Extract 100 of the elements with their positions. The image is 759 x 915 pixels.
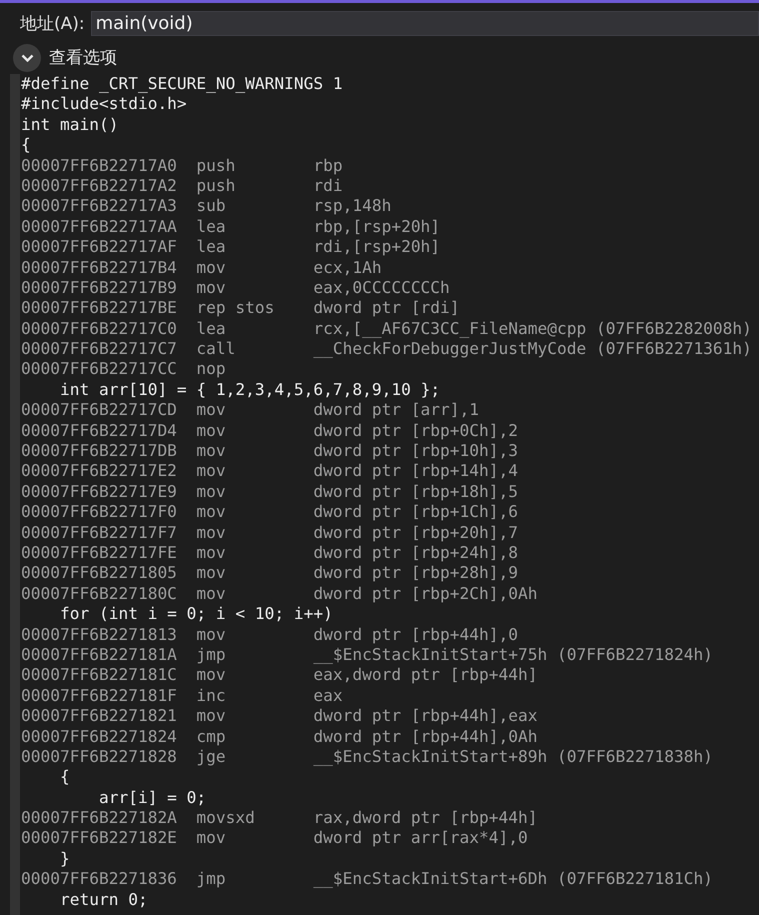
- source-line: {: [58, 767, 70, 788]
- address-text: 00007FF6B22717B9: [21, 278, 178, 298]
- operand-text: dword ptr [arr],1: [313, 400, 480, 421]
- mnemonic-text: sub: [196, 196, 227, 217]
- operand-text: rax,dword ptr [rbp+44h]: [313, 808, 538, 828]
- source-line: #define _CRT_SECURE_NO_WARNINGS 1: [21, 74, 343, 94]
- address-text: 00007FF6B2271821: [21, 706, 178, 726]
- source-line: for (int i = 0; i < 10; i++): [58, 604, 333, 625]
- mnemonic-text: mov: [196, 584, 227, 604]
- operand-text: dword ptr [rbp+44h],eax: [313, 706, 538, 726]
- mnemonic-text: mov: [196, 706, 227, 726]
- address-text: 00007FF6B227181C: [21, 665, 178, 686]
- operand-text: __$EncStackInitStart+75h (07FF6B2271824h): [313, 644, 713, 666]
- source-line: #include<stdio.h>: [21, 94, 187, 115]
- address-label: 地址(A):: [20, 12, 85, 34]
- operand-text: rdi: [313, 176, 343, 196]
- operand-text: dword ptr [rbp+18h],5: [313, 482, 518, 502]
- operand-text: dword ptr [rbp+28h],9: [313, 563, 518, 584]
- mnemonic-text: mov: [196, 665, 227, 686]
- address-text: 00007FF6B227181A: [21, 644, 178, 666]
- operand-text: dword ptr [rbp+24h],8: [313, 542, 518, 564]
- operand-text: __$EncStackInitStart+89h (07FF6B2271838h): [313, 746, 713, 768]
- operand-text: dword ptr arr[rax*4],0: [313, 828, 528, 849]
- address-text: 00007FF6B227181F: [21, 686, 178, 706]
- operand-text: dword ptr [rbp+44h],0Ah: [313, 726, 538, 747]
- operand-text: rsp,148h: [313, 196, 392, 217]
- address-text: 00007FF6B22717D4: [21, 420, 178, 442]
- source-line: arr[i] = 0;: [98, 788, 206, 808]
- source-line: int main(): [21, 114, 118, 136]
- mnemonic-text: mov: [196, 563, 227, 584]
- address-text: 00007FF6B22717CC: [21, 359, 178, 380]
- mnemonic-text: mov: [196, 828, 227, 849]
- chevron-icon: [20, 54, 34, 62]
- operand-text: ecx,1Ah: [313, 258, 382, 278]
- address-text: 00007FF6B227182A: [21, 808, 178, 828]
- mnemonic-text: jge: [196, 746, 227, 768]
- mnemonic-text: mov: [196, 542, 227, 564]
- mnemonic-text: mov: [196, 441, 227, 462]
- mnemonic-text: lea: [196, 318, 227, 340]
- address-text: 00007FF6B22717A2: [21, 176, 178, 196]
- mnemonic-text: cmp: [196, 726, 227, 747]
- address-text: 00007FF6B22717CD: [21, 400, 178, 421]
- mnemonic-text: push: [196, 176, 236, 196]
- operand-text: dword ptr [rbp+14h],4: [313, 461, 518, 482]
- operand-text: rbp,[rsp+20h]: [313, 216, 440, 238]
- mnemonic-text: call: [196, 339, 236, 360]
- operand-text: eax,dword ptr [rbp+44h]: [313, 665, 538, 686]
- address-text: 00007FF6B22717AF: [21, 237, 178, 258]
- address-text: 00007FF6B227180C: [21, 584, 178, 604]
- address-text: 00007FF6B22717C0: [21, 318, 178, 340]
- address-text: 00007FF6B22717FE: [21, 542, 178, 564]
- operand-text: dword ptr [rbp+1Ch],6: [313, 502, 518, 523]
- mnemonic-text: jmp: [196, 644, 227, 666]
- view-options-label[interactable]: 查看选项: [49, 46, 117, 69]
- expand-button[interactable]: [13, 44, 41, 72]
- address-text: 00007FF6B2271813: [21, 624, 178, 645]
- address-text: 00007FF6B22717BE: [21, 298, 178, 319]
- mnemonic-text: mov: [196, 278, 227, 298]
- mnemonic-text: nop: [196, 359, 227, 380]
- address-text: 00007FF6B22717C7: [21, 339, 178, 360]
- operand-text: rbp: [313, 156, 343, 176]
- source-line: return 0;: [58, 890, 148, 910]
- address-text: 00007FF6B2271836: [21, 869, 178, 890]
- address-text: 00007FF6B22717A0: [21, 156, 178, 176]
- mnemonic-text: mov: [196, 624, 227, 645]
- mnemonic-text: rep stos: [196, 298, 276, 319]
- operand-text: dword ptr [rbp+2Ch],0Ah: [313, 584, 538, 604]
- address-text: 00007FF6B2271824: [21, 726, 178, 747]
- mnemonic-text: mov: [196, 400, 227, 421]
- address-text: 00007FF6B22717B4: [21, 258, 178, 278]
- operand-text: __$EncStackInitStart+6Dh (07FF6B227181Ch): [313, 869, 713, 890]
- address-text: 00007FF6B22717DB: [21, 441, 178, 462]
- operand-text: dword ptr [rbp+10h],3: [313, 441, 518, 462]
- mnemonic-text: mov: [196, 461, 227, 482]
- mnemonic-text: mov: [196, 258, 227, 278]
- address-field[interactable]: main(void): [90, 10, 759, 36]
- mnemonic-text: mov: [196, 482, 227, 502]
- operand-text: dword ptr [rbp+20h],7: [313, 522, 518, 543]
- operand-text: dword ptr [rdi]: [313, 298, 460, 319]
- address-text: 00007FF6B22717E9: [21, 482, 178, 502]
- address-text: 00007FF6B22717AA: [21, 216, 178, 238]
- operand-text: dword ptr [rbp+44h],0: [313, 624, 518, 645]
- address-text: 00007FF6B22717F0: [21, 502, 178, 523]
- address-text: 00007FF6B22717A3: [21, 196, 178, 217]
- mnemonic-text: mov: [196, 502, 227, 523]
- source-line: int arr[10] = { 1,2,3,4,5,6,7,8,9,10 };: [58, 380, 440, 400]
- operand-text: eax,0CCCCCCCCh: [313, 278, 450, 298]
- operand-text: rdi,[rsp+20h]: [313, 237, 440, 258]
- mnemonic-text: mov: [196, 420, 227, 442]
- address-text: 00007FF6B22717E2: [21, 461, 178, 482]
- address-text: 00007FF6B2271805: [21, 563, 178, 584]
- operand-text: __CheckForDebuggerJustMyCode (07FF6B2271361h): [313, 339, 752, 360]
- operand-text: eax: [313, 686, 343, 706]
- mnemonic-text: lea: [196, 216, 227, 238]
- address-text: 00007FF6B22717F7: [21, 522, 178, 543]
- address-text: 00007FF6B227182E: [21, 828, 178, 849]
- source-line: }: [58, 848, 70, 870]
- mnemonic-text: push: [196, 156, 236, 176]
- mnemonic-text: jmp: [196, 869, 227, 890]
- operand-text: rcx,[__AF67C3CC_FileName@cpp (07FF6B2282008h): [313, 318, 752, 340]
